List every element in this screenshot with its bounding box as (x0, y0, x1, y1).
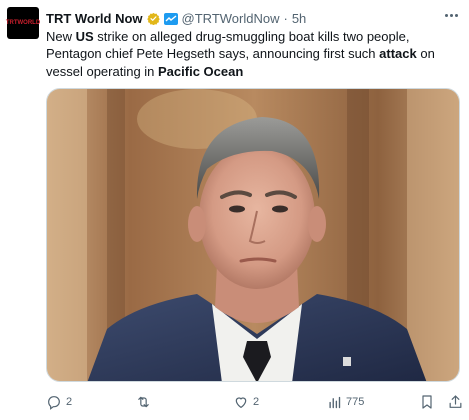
views-button[interactable]: 775 (327, 393, 364, 411)
tweet-header: TRT World Now @TRTWorldNow · 5h (46, 10, 306, 26)
reply-button[interactable]: 2 (46, 393, 72, 411)
avatar[interactable]: TRTWORLD (5, 7, 41, 39)
retweet-icon (138, 396, 149, 408)
man-in-suit-photo (47, 89, 459, 381)
tweet-text-part: New (46, 29, 76, 44)
bookmark-button[interactable] (420, 393, 434, 411)
tweet-text-bold-attack: attack (379, 46, 417, 62)
reply-icon (48, 396, 60, 410)
avatar-logo-text: TRTWORLD (5, 20, 41, 26)
tweet-photo[interactable] (46, 88, 460, 382)
author-name[interactable]: TRT World Now (46, 11, 143, 26)
tweet-timestamp[interactable]: 5h (292, 11, 306, 26)
like-button[interactable]: 2 (233, 393, 259, 411)
tweet-text: New US strike on alleged drug-smuggling … (46, 28, 464, 80)
separator-dot: · (283, 10, 288, 26)
tweet-actions-bar: 2 2 775 (46, 393, 464, 411)
affiliate-badge-icon[interactable] (163, 12, 178, 25)
like-count: 2 (253, 396, 260, 408)
verified-gold-badge-icon (146, 12, 160, 25)
reply-count: 2 (66, 396, 73, 408)
author-handle[interactable]: @TRTWorldNow (182, 11, 280, 26)
tweet-card[interactable]: TRTWORLD TRT World Now @TRTWorldNow · 5h… (0, 0, 469, 420)
tweet-text-bold-pacific: Pacific Ocean (158, 63, 244, 79)
tweet-text-bold-us: US (75, 29, 94, 44)
share-button[interactable] (448, 393, 463, 411)
views-count: 775 (346, 396, 365, 408)
share-icon (449, 395, 462, 408)
retweet-button[interactable] (135, 393, 156, 411)
bookmark-icon (422, 395, 432, 409)
tweet-text-part: strike on alleged drug-smuggling boat ki… (46, 29, 410, 62)
more-options-icon[interactable] (442, 8, 460, 22)
views-icon (329, 396, 341, 408)
like-icon (235, 397, 247, 408)
